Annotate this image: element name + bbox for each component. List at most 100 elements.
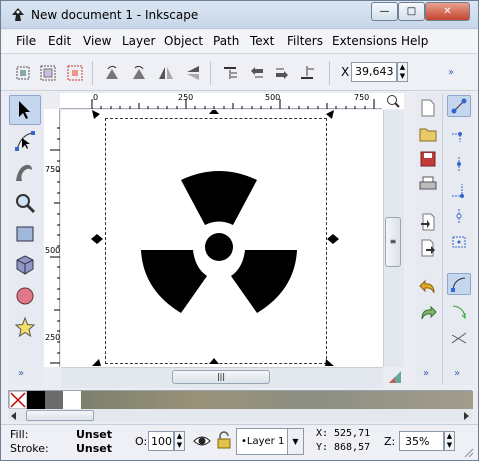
x-field-label: X (341, 65, 350, 79)
snap-controls-bar: » (442, 93, 473, 385)
print-icon[interactable] (417, 173, 439, 195)
snap-bbox-midpoint-icon[interactable] (447, 205, 471, 227)
snap-paths-icon[interactable] (447, 301, 471, 323)
ruler-ticks (91, 99, 375, 109)
horizontal-ruler: 0 250 500 750 (60, 93, 382, 109)
resize-grip-icon[interactable] (464, 447, 474, 458)
horizontal-scroll-thumb[interactable]: ||| (172, 370, 270, 384)
x-spinner[interactable]: ▲ ▼ (397, 62, 408, 82)
snap-overflow-icon[interactable]: » (454, 368, 460, 379)
vertical-ruler: 750 500 250 (44, 109, 60, 367)
stroke-value[interactable]: Unset (76, 442, 112, 455)
redo-icon[interactable] (417, 302, 439, 324)
node-tool-icon[interactable] (9, 126, 41, 156)
ellipse-tool-icon[interactable] (9, 281, 41, 311)
scroll-left-icon[interactable] (11, 412, 16, 420)
close-button[interactable]: ✕ (425, 2, 470, 21)
select-all-layers-icon[interactable] (38, 63, 58, 83)
zoom-input[interactable]: 35% (399, 431, 444, 451)
stroke-label: Stroke: (10, 442, 49, 455)
ruler-label: 500 (45, 246, 61, 255)
commands-bar: » (415, 93, 441, 385)
menu-view[interactable]: View (83, 34, 111, 48)
vertical-scroll-thumb[interactable]: ≡ (385, 217, 401, 267)
lower-to-bottom-icon[interactable] (297, 63, 317, 83)
radiation-symbol (141, 171, 297, 313)
menu-file[interactable]: File (16, 34, 36, 48)
color-palette[interactable] (8, 390, 473, 409)
menu-path[interactable]: Path (213, 34, 239, 48)
new-document-icon[interactable] (417, 97, 439, 119)
palette-scroll-thumb[interactable] (26, 410, 94, 421)
rotate-ccw-icon[interactable] (102, 63, 122, 83)
raise-icon[interactable] (247, 63, 267, 83)
menu-bar: File Edit View Layer Object Path Text Fi… (1, 30, 478, 54)
layer-dropdown[interactable]: •Layer 1 ▼ (236, 428, 304, 455)
menu-extensions[interactable]: Extensions (332, 34, 397, 48)
snap-bbox-center-icon[interactable] (447, 231, 471, 253)
ruler-ticks (50, 127, 60, 364)
snap-nodes-icon[interactable] (447, 273, 471, 295)
palette-swatches[interactable] (9, 391, 473, 409)
deselect-icon[interactable] (65, 63, 85, 83)
chevron-down-icon[interactable]: ▼ (287, 429, 303, 454)
ruler-label: 750 (45, 165, 61, 174)
separator (92, 61, 93, 85)
minimize-button[interactable]: — (371, 2, 398, 21)
zoom-spinner[interactable]: ▲ ▼ (444, 431, 455, 451)
menu-edit[interactable]: Edit (48, 34, 71, 48)
snap-intersections-icon[interactable] (447, 327, 471, 349)
menu-help[interactable]: Help (401, 34, 428, 48)
select-all-icon[interactable] (13, 63, 33, 83)
menu-filters[interactable]: Filters (287, 34, 323, 48)
title-bar: New document 1 - Inkscape — □ ✕ (1, 1, 478, 29)
rectangle-tool-icon[interactable] (9, 219, 41, 249)
opacity-spinner[interactable]: ▲ ▼ (174, 431, 185, 451)
scroll-right-icon[interactable] (464, 412, 469, 420)
undo-icon[interactable] (417, 276, 439, 298)
import-icon[interactable] (417, 211, 439, 233)
save-icon[interactable] (417, 148, 439, 170)
selector-tool-icon[interactable] (9, 95, 41, 125)
export-icon[interactable] (417, 237, 439, 259)
cursor-y-value: 868,57 (334, 442, 371, 453)
menu-text[interactable]: Text (250, 34, 274, 48)
cursor-x-label: X: (316, 428, 329, 439)
layer-lock-icon[interactable] (217, 431, 231, 452)
raise-to-top-icon[interactable] (220, 63, 240, 83)
snap-bbox-edge-icon[interactable] (447, 153, 471, 175)
lower-icon[interactable] (272, 63, 292, 83)
maximize-button[interactable]: □ (398, 2, 425, 21)
menu-layer[interactable]: Layer (122, 34, 155, 48)
snap-enable-icon[interactable] (447, 95, 471, 117)
opacity-label: O: (135, 435, 148, 448)
cursor-x-value: 525,71 (334, 428, 371, 439)
zoom-tool-icon[interactable] (9, 188, 41, 218)
snap-bbox-icon[interactable] (447, 127, 471, 149)
fill-label: Fill: (10, 428, 29, 441)
x-coordinate-input[interactable]: 39,643 (351, 62, 397, 82)
palette-scrollbar[interactable] (8, 409, 472, 422)
drawing-canvas[interactable] (61, 110, 383, 367)
zoom-fit-icon[interactable] (382, 93, 404, 109)
fill-value[interactable]: Unset (76, 428, 112, 441)
star-tool-icon[interactable] (9, 312, 41, 342)
3d-box-tool-icon[interactable] (9, 250, 41, 280)
ruler-label: 250 (178, 93, 194, 102)
color-manage-icon[interactable] (387, 369, 403, 388)
rotate-cw-icon[interactable] (129, 63, 149, 83)
status-bar: Fill: Unset Stroke: Unset O: 100 ▲ ▼ •Lay… (1, 424, 478, 460)
zoom-label: Z: (384, 435, 396, 448)
ruler-label: 0 (93, 93, 99, 102)
menu-object[interactable]: Object (164, 34, 203, 48)
open-folder-icon[interactable] (417, 123, 439, 145)
opacity-input[interactable]: 100 (148, 431, 174, 451)
toolbar-overflow-icon[interactable]: » (448, 67, 454, 78)
flip-vertical-icon[interactable] (183, 63, 203, 83)
layer-visibility-icon[interactable] (193, 432, 211, 453)
toolbox-overflow-icon[interactable]: » (18, 368, 24, 379)
flip-horizontal-icon[interactable] (156, 63, 176, 83)
tweak-tool-icon[interactable] (9, 157, 41, 187)
snap-bbox-corner-icon[interactable] (447, 179, 471, 201)
commands-overflow-icon[interactable]: » (423, 368, 429, 379)
